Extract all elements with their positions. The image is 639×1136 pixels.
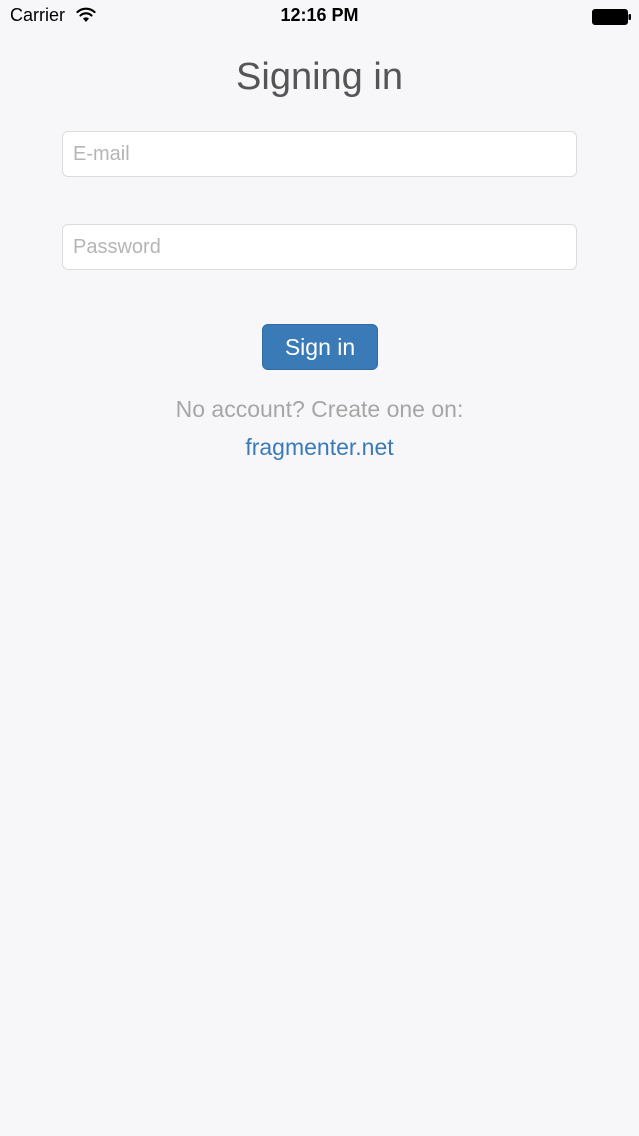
page-title: Signing in (236, 56, 403, 98)
no-account-text: No account? Create one on: (175, 396, 464, 422)
clock: 12:16 PM (280, 5, 359, 25)
register-link[interactable]: fragmenter.net (0, 434, 639, 461)
sign-in-button[interactable]: Sign in (262, 324, 378, 370)
email-field[interactable] (62, 131, 577, 177)
password-field[interactable] (62, 224, 577, 270)
battery-icon (592, 9, 631, 25)
status-bar: Carrier 12:16 PM (0, 0, 639, 34)
